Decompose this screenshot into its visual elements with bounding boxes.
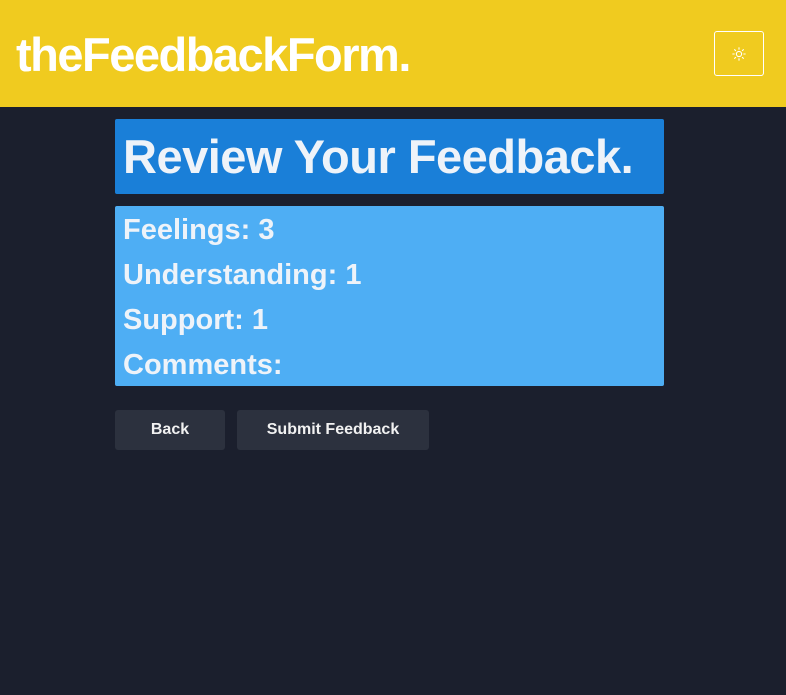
comments-label: Comments: <box>123 349 283 381</box>
understanding-row: Understanding: 1 <box>123 255 664 300</box>
support-label: Support: <box>123 304 244 336</box>
page-title: Review Your Feedback. <box>123 130 634 183</box>
understanding-value: 1 <box>345 259 362 291</box>
feedback-summary: Feelings: 3 Understanding: 1 Support: 1 … <box>115 206 664 386</box>
feelings-row: Feelings: 3 <box>123 210 664 255</box>
feelings-label: Feelings: <box>123 214 251 246</box>
sun-icon <box>732 46 746 61</box>
app-header: theFeedbackForm. <box>0 0 786 107</box>
feelings-value: 3 <box>258 214 275 246</box>
support-value: 1 <box>251 304 269 336</box>
comments-row: Comments: <box>123 345 664 390</box>
submit-feedback-button[interactable]: Submit Feedback <box>237 410 429 450</box>
brand-logo[interactable]: theFeedbackForm. <box>16 28 411 82</box>
theme-toggle-button[interactable] <box>714 31 764 76</box>
back-button[interactable]: Back <box>115 410 225 450</box>
understanding-label: Understanding: <box>123 259 338 291</box>
support-row: Support: 1 <box>123 300 664 345</box>
review-title-card: Review Your Feedback. <box>115 119 664 194</box>
